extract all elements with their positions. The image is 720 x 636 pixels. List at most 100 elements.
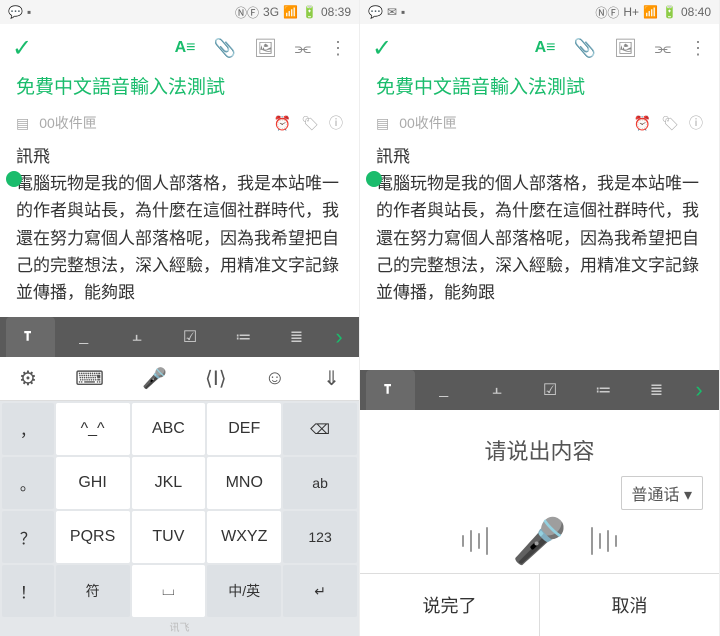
- key-123[interactable]: 123: [283, 511, 357, 563]
- key-comma[interactable]: ，: [2, 403, 54, 455]
- more-button[interactable]: ⋮: [689, 38, 707, 59]
- mail-icon: ✉: [387, 5, 397, 19]
- kb-tab-hline2[interactable]: ⫠: [112, 317, 161, 357]
- more-button[interactable]: ⋮: [329, 38, 347, 59]
- mic-icon[interactable]: 🎤: [142, 366, 167, 391]
- confirm-button[interactable]: ✓: [372, 34, 392, 63]
- share-button[interactable]: ⫘: [655, 38, 671, 59]
- key-space[interactable]: ⌴: [132, 565, 206, 617]
- key-mno[interactable]: MNO: [207, 457, 281, 509]
- kb-tab-list[interactable]: ≔: [579, 370, 628, 410]
- confirm-button[interactable]: ✓: [12, 34, 32, 63]
- notebook-icon[interactable]: ▤: [16, 115, 29, 132]
- key-abc[interactable]: ABC: [132, 403, 206, 455]
- signal-icon: 📶: [283, 5, 298, 19]
- keyboard-tool-row: ⚙ ⌨ 🎤 ⟨Ⅰ⟩ ☺ ⇓: [0, 357, 359, 401]
- language-select[interactable]: 普通话 ▾: [621, 476, 704, 510]
- font-button[interactable]: A≡: [175, 39, 196, 57]
- tag-icon[interactable]: 🏷: [301, 115, 319, 132]
- nfc-icon: ⓃⒻ: [595, 4, 619, 21]
- key-tuv[interactable]: TUV: [132, 511, 206, 563]
- key-period[interactable]: 。: [2, 457, 54, 509]
- status-bar: 💬 ✉ ▪ ⓃⒻ H+ 📶 🔋 08:40: [360, 0, 719, 24]
- alarm-icon[interactable]: ⏰: [274, 115, 291, 132]
- key-def[interactable]: DEF: [207, 403, 281, 455]
- tag-icon[interactable]: 🏷: [661, 115, 679, 132]
- meta-row: ▤ 00收件匣 ⏰ 🏷 ⓘ: [0, 103, 359, 143]
- attach-button[interactable]: 📎: [574, 38, 596, 59]
- edit-icon[interactable]: ⟨Ⅰ⟩: [205, 366, 227, 391]
- status-bar: 💬 ▪ ⓃⒻ 3G 📶 🔋 08:39: [0, 0, 359, 24]
- image-button[interactable]: 🖼: [614, 38, 637, 59]
- note-body[interactable]: 訊飛 電腦玩物是我的個人部落格，我是本站唯一的作者與站長，為什麼在這個社群時代，…: [0, 143, 359, 317]
- inbox-label[interactable]: 00收件匣: [39, 113, 97, 133]
- note-body[interactable]: 訊飛 電腦玩物是我的個人部落格，我是本站唯一的作者與站長，為什麼在這個社群時代，…: [360, 143, 719, 370]
- kb-tab-list[interactable]: ≔: [219, 317, 268, 357]
- screen-right: 💬 ✉ ▪ ⓃⒻ H+ 📶 🔋 08:40 ✓ A≡ 📎 🖼 ⫘ ⋮ 免費中文語…: [360, 0, 720, 636]
- nfc-icon: ⓃⒻ: [235, 4, 259, 21]
- voice-done-button[interactable]: 说完了: [360, 574, 539, 636]
- inbox-label[interactable]: 00收件匣: [399, 113, 457, 133]
- kb-tab-text[interactable]: [366, 370, 415, 410]
- text-cursor[interactable]: [366, 171, 382, 187]
- note-title[interactable]: 免費中文語音輸入法測試: [360, 72, 719, 103]
- text-cursor[interactable]: [6, 171, 22, 187]
- kb-tab-hline2[interactable]: ⫠: [472, 370, 521, 410]
- battery-icon: 🔋: [662, 5, 677, 19]
- voice-buttons: 说完了 取消: [360, 573, 719, 636]
- kb-tab-next[interactable]: ›: [325, 317, 353, 357]
- kb-tab-text[interactable]: [6, 317, 55, 357]
- network-icon: H+: [623, 5, 639, 19]
- line-icon: ▪: [401, 5, 405, 19]
- info-icon[interactable]: ⓘ: [689, 113, 703, 133]
- key-backspace[interactable]: ⌫: [283, 403, 357, 455]
- key-ab[interactable]: ab: [283, 457, 357, 509]
- key-enter[interactable]: ↵: [283, 565, 357, 617]
- note-toolbar: ✓ A≡ 📎 🖼 ⫘ ⋮: [0, 24, 359, 72]
- key-exclaim[interactable]: ！: [2, 565, 54, 617]
- chat-icon: 💬: [8, 5, 23, 19]
- chat-icon: 💬: [368, 5, 383, 19]
- font-button[interactable]: A≡: [535, 39, 556, 57]
- notebook-icon[interactable]: ▤: [376, 115, 389, 132]
- keyboard-grid: ， ^_^ ABC DEF ⌫ 。 GHI JKL MNO ab ？ PQRS …: [0, 401, 359, 619]
- kb-tab-numlist[interactable]: ≣: [272, 317, 321, 357]
- collapse-icon[interactable]: ⇓: [323, 366, 340, 391]
- key-lang[interactable]: 中/英: [207, 565, 281, 617]
- alarm-icon[interactable]: ⏰: [634, 115, 651, 132]
- kb-tab-next[interactable]: ›: [685, 370, 713, 410]
- kb-tab-check[interactable]: ☑: [166, 317, 215, 357]
- settings-icon[interactable]: ⚙: [19, 366, 37, 391]
- body-content: 電腦玩物是我的個人部落格，我是本站唯一的作者與站長，為什麼在這個社群時代，我還在…: [16, 174, 339, 302]
- key-symbol[interactable]: 符: [56, 565, 130, 617]
- emoji-icon[interactable]: ☺: [265, 367, 285, 390]
- kb-tab-hline[interactable]: _: [59, 317, 108, 357]
- voice-panel: 请说出内容 普通话 ▾ 🎤 说完了 取消: [360, 410, 719, 636]
- voice-prompt: 请说出内容: [484, 434, 594, 466]
- key-jkl[interactable]: JKL: [132, 457, 206, 509]
- screen-left: 💬 ▪ ⓃⒻ 3G 📶 🔋 08:39 ✓ A≡ 📎 🖼 ⫘ ⋮ 免費中文語音輸…: [0, 0, 360, 636]
- key-pqrs[interactable]: PQRS: [56, 511, 130, 563]
- kb-tab-check[interactable]: ☑: [526, 370, 575, 410]
- kb-tab-hline[interactable]: _: [419, 370, 468, 410]
- meta-row: ▤ 00收件匣 ⏰ 🏷 ⓘ: [360, 103, 719, 143]
- image-button[interactable]: 🖼: [254, 38, 277, 59]
- keyboard-icon[interactable]: ⌨: [75, 366, 104, 391]
- mic-big-icon[interactable]: 🎤: [512, 515, 567, 567]
- info-icon[interactable]: ⓘ: [329, 113, 343, 133]
- key-wxyz[interactable]: WXYZ: [207, 511, 281, 563]
- author-line: 訊飛: [376, 143, 703, 170]
- key-face[interactable]: ^_^: [56, 403, 130, 455]
- signal-icon: 📶: [643, 5, 658, 19]
- attach-button[interactable]: 📎: [214, 38, 236, 59]
- network-icon: 3G: [263, 5, 279, 19]
- author-line: 訊飛: [16, 143, 343, 170]
- key-ghi[interactable]: GHI: [56, 457, 130, 509]
- key-question[interactable]: ？: [2, 511, 54, 563]
- note-title[interactable]: 免費中文語音輸入法測試: [0, 72, 359, 103]
- share-button[interactable]: ⫘: [295, 38, 311, 59]
- note-toolbar: ✓ A≡ 📎 🖼 ⫘ ⋮: [360, 24, 719, 72]
- kb-tab-numlist[interactable]: ≣: [632, 370, 681, 410]
- clock: 08:39: [321, 5, 351, 19]
- voice-cancel-button[interactable]: 取消: [539, 574, 719, 636]
